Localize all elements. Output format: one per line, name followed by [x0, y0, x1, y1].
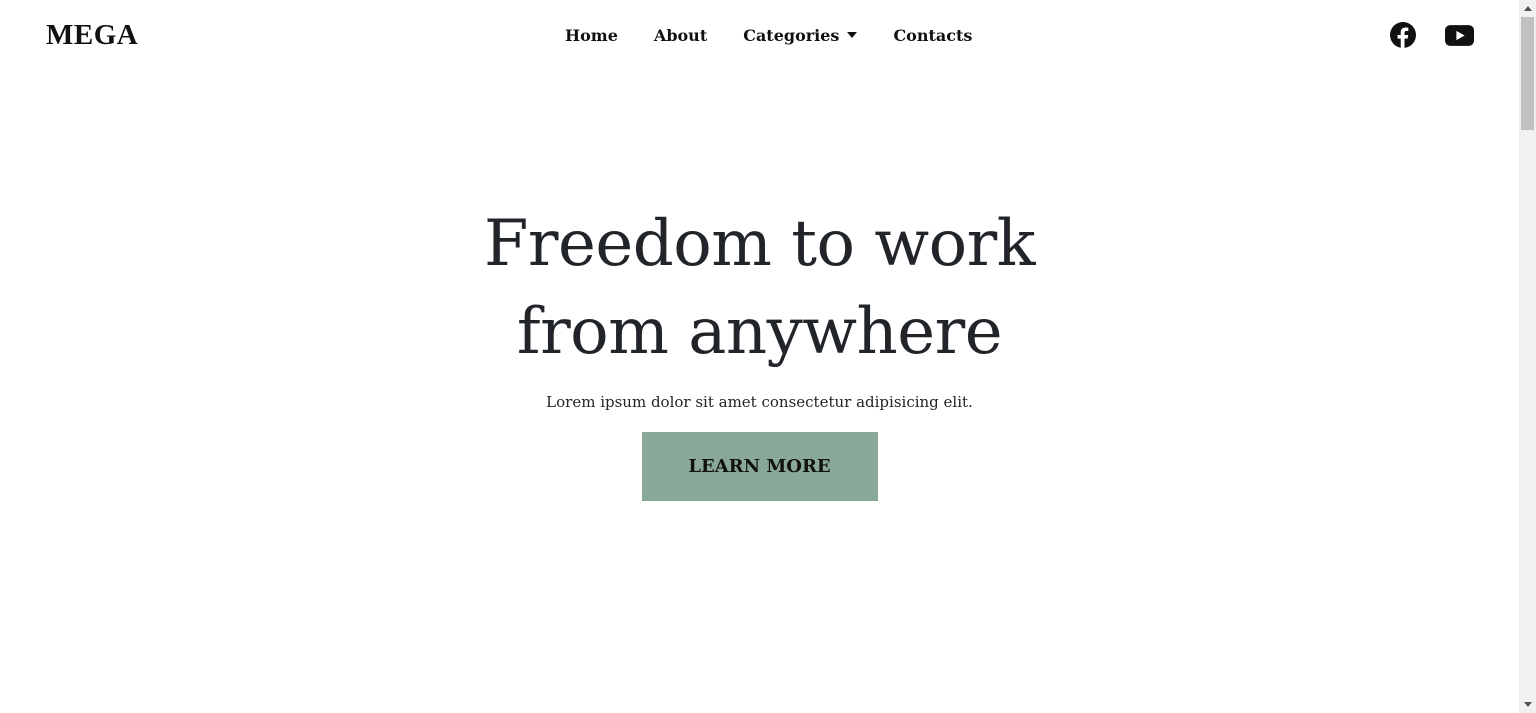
- brand-logo[interactable]: MEGA: [46, 17, 138, 53]
- facebook-icon[interactable]: [1390, 22, 1416, 48]
- hero-section: Freedom to work from anywhere Lorem ipsu…: [0, 200, 1519, 501]
- hero-subtitle: Lorem ipsum dolor sit amet consectetur a…: [546, 393, 973, 411]
- scroll-down-arrow-icon[interactable]: [1519, 696, 1536, 713]
- hero-title: Freedom to work from anywhere: [440, 200, 1080, 376]
- nav-contacts-link[interactable]: Contacts: [893, 26, 972, 45]
- page: MEGA Home About Categories Contacts Free…: [0, 0, 1519, 713]
- scroll-up-arrow-icon[interactable]: [1519, 0, 1536, 17]
- scrollbar-thumb[interactable]: [1521, 17, 1534, 130]
- youtube-icon[interactable]: [1445, 22, 1474, 48]
- navbar: MEGA Home About Categories Contacts: [0, 0, 1519, 70]
- hero-title-line2: from anywhere: [516, 295, 1003, 369]
- nav-menu: Home About Categories Contacts: [565, 23, 972, 47]
- nav-home-link[interactable]: Home: [565, 26, 618, 45]
- hero-title-line1: Freedom to work: [483, 207, 1036, 281]
- nav-categories-label: Categories: [743, 25, 840, 45]
- nav-about-link[interactable]: About: [654, 26, 707, 45]
- caret-down-icon: [847, 32, 858, 38]
- vertical-scrollbar[interactable]: [1519, 0, 1536, 713]
- nav-categories-dropdown[interactable]: Categories: [743, 25, 858, 45]
- learn-more-button[interactable]: LEARN MORE: [641, 432, 878, 501]
